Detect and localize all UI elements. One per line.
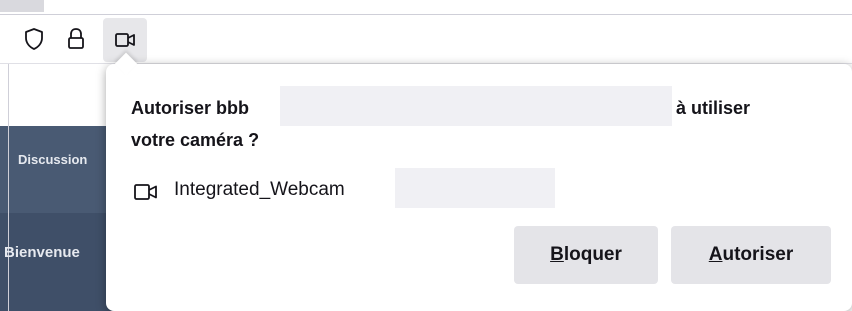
block-button-accel: B xyxy=(550,244,564,265)
allow-button[interactable]: Autoriser xyxy=(671,226,831,284)
block-button-label: loquer xyxy=(563,244,622,265)
redacted-device-detail xyxy=(395,168,555,208)
prompt-title-prefix: Autoriser bbb xyxy=(131,98,250,118)
window-top-strip xyxy=(0,0,44,12)
redacted-site-name xyxy=(280,86,672,126)
camera-icon xyxy=(133,182,159,202)
page-discussion-label: Discussion xyxy=(18,152,88,167)
prompt-title-line2: votre caméra ? xyxy=(131,130,260,150)
shield-icon[interactable] xyxy=(20,25,48,53)
lock-icon[interactable] xyxy=(62,25,90,53)
prompt-title-suffix: à utiliser xyxy=(676,98,751,118)
page-sidebar-header xyxy=(0,126,120,213)
block-button[interactable]: Bloquer xyxy=(514,226,658,284)
page-edge xyxy=(8,64,9,311)
allow-button-accel: A xyxy=(708,244,723,265)
allow-button-label: utoriser xyxy=(722,244,794,265)
page-welcome-label: Bienvenue xyxy=(4,244,80,261)
camera-device-name: Integrated_Webcam xyxy=(174,179,345,200)
